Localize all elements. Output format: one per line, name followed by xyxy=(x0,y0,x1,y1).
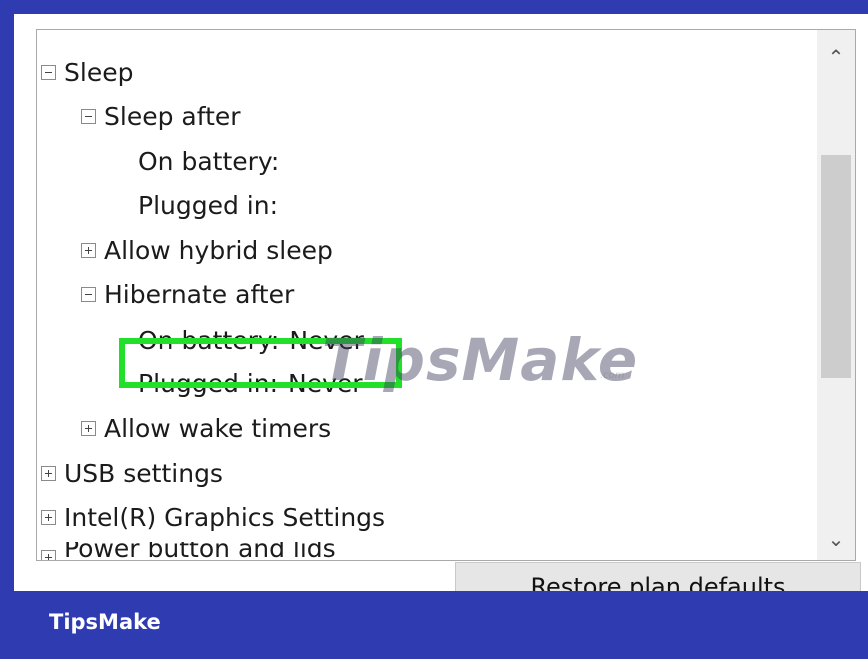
tree-item-label: Intel(R) Graphics Settings xyxy=(64,502,386,532)
tree-item-label: On battery: xyxy=(138,146,280,176)
vertical-scrollbar[interactable]: ⌃ ⌄ xyxy=(817,30,855,560)
tree-item-label: Power button and lids xyxy=(64,542,336,561)
tree-item-label: Sleep xyxy=(64,57,134,87)
minus-box-icon[interactable] xyxy=(81,286,96,302)
tree-item-intel-graphics-settings[interactable]: Intel(R) Graphics Settings xyxy=(41,497,385,537)
plus-box-icon[interactable] xyxy=(81,420,96,436)
minus-box-icon[interactable] xyxy=(41,64,56,80)
tree-item-label: Hibernate after xyxy=(104,279,295,309)
tree-item-label: Allow wake timers xyxy=(104,413,332,443)
tree-item-power-buttons-lids[interactable]: Power button and lids xyxy=(41,542,336,561)
tree-item-allow-hybrid-sleep[interactable]: Allow hybrid sleep xyxy=(81,230,333,270)
tree-item-label: Sleep after xyxy=(104,101,241,131)
chevron-up-icon[interactable]: ⌃ xyxy=(817,40,855,74)
tree-item-usb-settings[interactable]: USB settings xyxy=(41,453,223,493)
power-options-panel: Sleep Sleep after On battery: Plugged in… xyxy=(14,14,868,591)
tree-item-label: Plugged in: xyxy=(138,190,279,220)
tree-content: Sleep Sleep after On battery: Plugged in… xyxy=(37,30,817,560)
footer-bar: TipsMake xyxy=(0,591,868,659)
tree-item-hibernate-after[interactable]: Hibernate after xyxy=(81,274,294,314)
plus-box-icon[interactable] xyxy=(41,550,56,560)
tree-item-allow-wake-timers[interactable]: Allow wake timers xyxy=(81,408,331,448)
minus-box-icon[interactable] xyxy=(81,108,96,124)
tree-item-sleep[interactable]: Sleep xyxy=(41,52,133,92)
scrollbar-thumb[interactable] xyxy=(821,155,851,378)
plus-box-icon[interactable] xyxy=(41,509,56,525)
plus-box-icon[interactable] xyxy=(81,242,96,258)
chevron-down-icon[interactable]: ⌄ xyxy=(817,522,855,556)
advanced-settings-tree[interactable]: Sleep Sleep after On battery: Plugged in… xyxy=(36,29,856,561)
footer-brand: TipsMake xyxy=(49,610,161,634)
watermark-domain: .com xyxy=(600,370,625,381)
plus-box-icon[interactable] xyxy=(41,465,56,481)
tree-item-label: USB settings xyxy=(64,458,223,488)
tree-item-sleep-on-battery[interactable]: On battery: xyxy=(138,141,289,181)
restore-plan-defaults-button[interactable]: Restore plan defaults xyxy=(455,562,861,591)
tree-item-sleep-after[interactable]: Sleep after xyxy=(81,96,241,136)
tree-item-sleep-plugged-in[interactable]: Plugged in: xyxy=(138,185,288,225)
plugged-in-highlight-box xyxy=(119,338,402,388)
tree-item-label: Allow hybrid sleep xyxy=(104,235,333,265)
